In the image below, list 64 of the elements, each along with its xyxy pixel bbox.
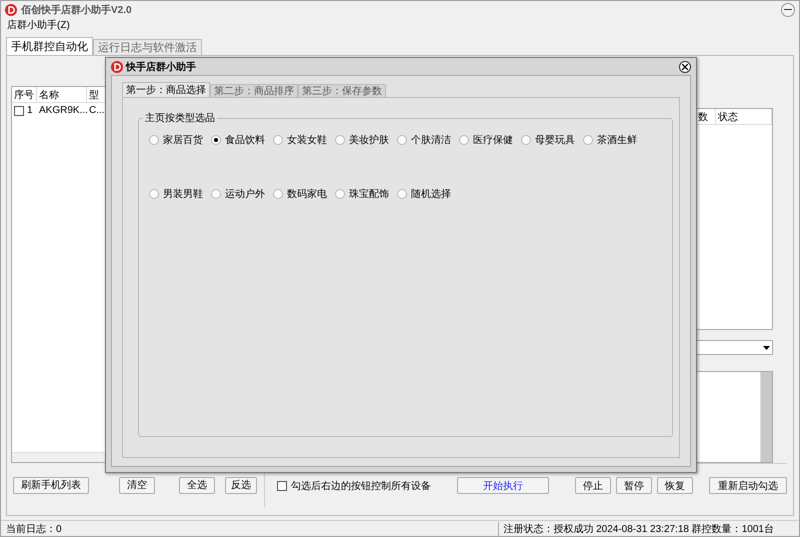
column-header: 状态 (716, 109, 772, 124)
table-cell: AKGR9K... (39, 105, 88, 117)
radio-button[interactable] (149, 135, 159, 145)
minimize-icon (784, 9, 792, 10)
toolbar-button[interactable]: 反选 (225, 476, 257, 494)
column-header: 名称 (37, 87, 87, 102)
tab[interactable]: 第一步：商品选择 (122, 82, 210, 97)
tab[interactable]: 第三步：保存参数 (298, 84, 386, 97)
radio-label: 男装男鞋 (163, 188, 203, 201)
radio-button[interactable] (335, 135, 345, 145)
tab[interactable]: 运行日志与软件激活 (93, 39, 202, 55)
radio-label: 母婴玩具 (535, 134, 575, 147)
radio-label: 随机选择 (411, 188, 451, 201)
checkbox-label: 勾选后右边的按钮控制所有设备 (291, 480, 431, 492)
radio-label: 珠宝配饰 (349, 188, 389, 201)
radio-label: 食品饮料 (225, 134, 265, 147)
column-header: 序号 (12, 87, 37, 102)
radio-button[interactable] (273, 189, 283, 199)
window-title: 佰创快手店群小助手V2.0 (21, 3, 132, 16)
table-cell: C... (89, 105, 105, 117)
menu-item[interactable]: 店群小助手(Z) (7, 18, 70, 32)
radio-label: 美妆护肤 (349, 134, 389, 147)
dialog-title: 快手店群小助手 (126, 60, 196, 74)
close-icon (682, 64, 688, 70)
status-text: 当前日志：0 (6, 522, 62, 536)
control-button[interactable]: 恢复 (657, 477, 693, 494)
radio-button[interactable] (459, 135, 469, 145)
radio-button[interactable] (397, 135, 407, 145)
control-button[interactable]: 停止 (575, 477, 611, 494)
radio-label: 医疗保健 (473, 134, 513, 147)
radio-dot-icon (214, 138, 218, 142)
radio-button[interactable] (335, 189, 345, 199)
radio-button[interactable] (583, 135, 593, 145)
close-button[interactable] (679, 60, 691, 72)
app-logo-icon (5, 4, 17, 16)
row-checkbox[interactable] (14, 106, 24, 116)
minimize-button[interactable] (781, 2, 795, 16)
tab[interactable]: 第二步：商品排序 (210, 84, 298, 97)
radio-label: 家居百货 (163, 134, 203, 147)
restart-button[interactable]: 重新启动勾选 (709, 477, 787, 494)
group-title: 主页按类型选品 (143, 111, 217, 125)
radio-label: 茶酒生鲜 (597, 134, 637, 147)
radio-label: 运动户外 (225, 188, 265, 201)
tab[interactable]: 手机群控自动化 (6, 37, 93, 55)
radio-label: 数码家电 (287, 188, 327, 201)
control-all-checkbox[interactable] (277, 480, 287, 490)
radio-label: 女装女鞋 (287, 134, 327, 147)
radio-label: 个肤清洁 (411, 134, 451, 147)
radio-button[interactable] (149, 189, 159, 199)
radio-button[interactable] (397, 189, 407, 199)
radio-button[interactable] (211, 189, 221, 199)
radio-button[interactable] (521, 135, 531, 145)
dropdown-arrow-icon (763, 346, 770, 350)
toolbar-button[interactable]: 全选 (179, 476, 215, 494)
dialog-logo-icon (111, 60, 123, 72)
vertical-scrollbar[interactable] (760, 372, 772, 462)
start-button[interactable]: 开始执行 (457, 477, 549, 494)
toolbar-button[interactable]: 刷新手机列表 (13, 476, 89, 494)
radio-button[interactable] (273, 135, 283, 145)
table-cell: 1 (27, 105, 33, 117)
control-button[interactable]: 暂停 (616, 477, 652, 494)
radio-button[interactable] (211, 135, 221, 145)
status-text: 注册状态：授权成功 2024-08-31 23:27:18 群控数量：1001台 (498, 522, 794, 536)
toolbar-button[interactable]: 清空 (119, 476, 155, 494)
